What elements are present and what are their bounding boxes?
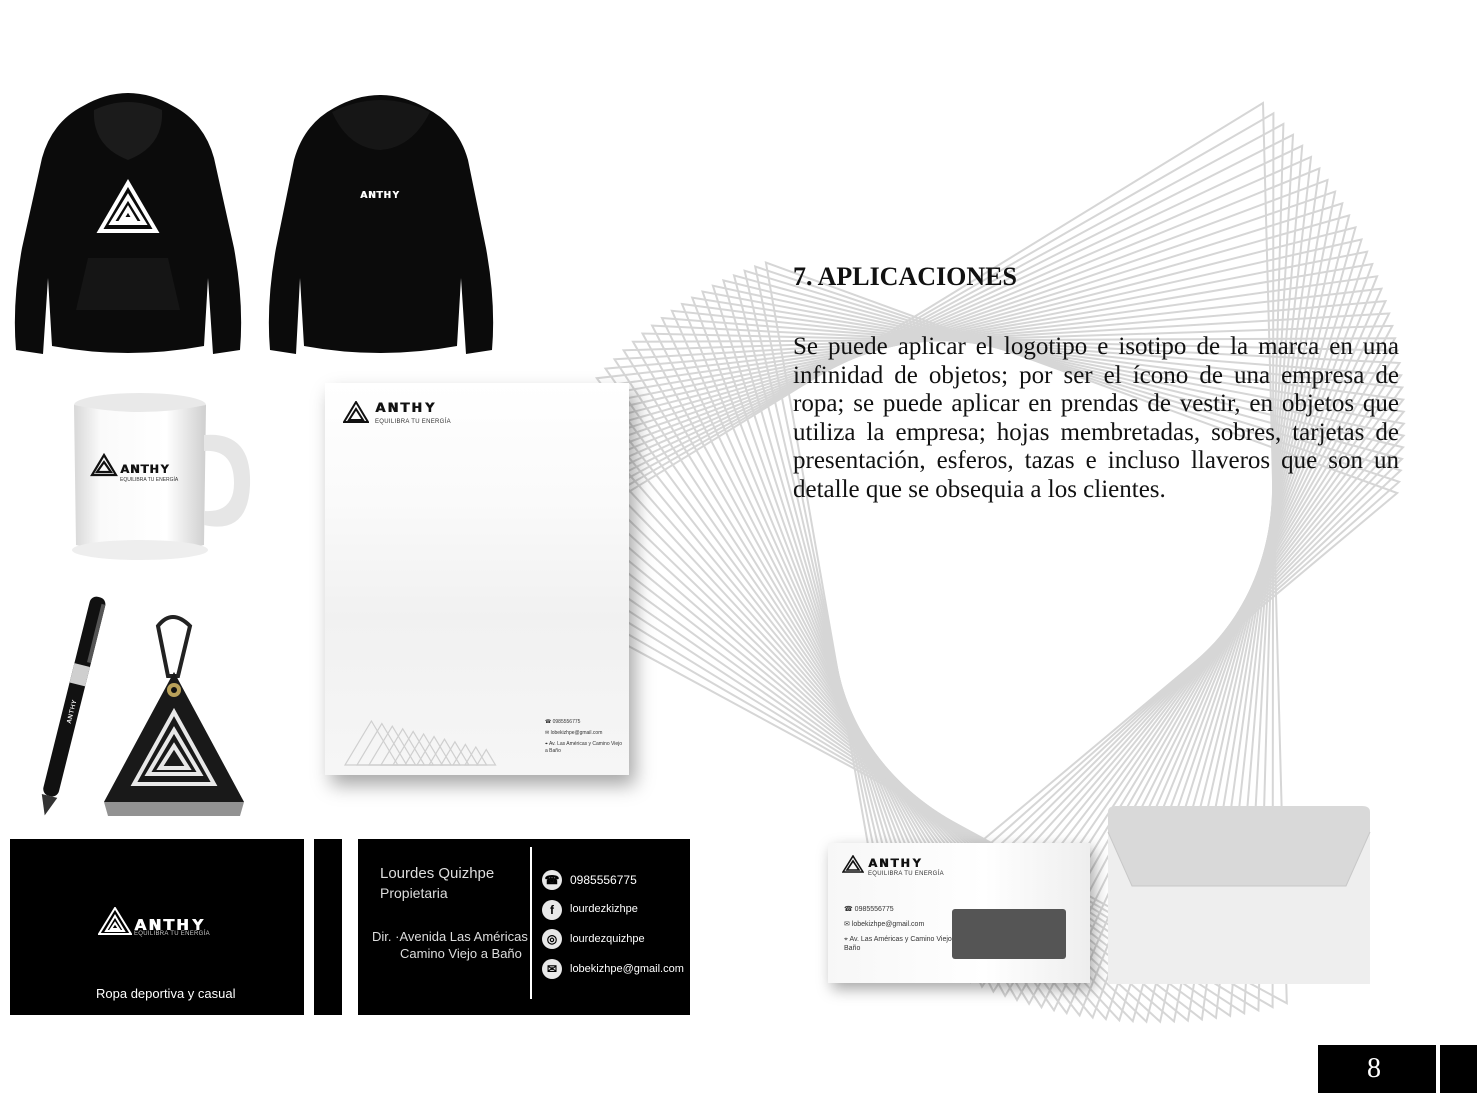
envelope-email: ✉ lobekizhpe@gmail.com — [844, 921, 925, 928]
phone-icon: ☎ — [844, 906, 855, 913]
page-number-divider — [1436, 1045, 1440, 1093]
page-number: 8 — [1367, 1053, 1381, 1084]
letterhead-tagline: EQUILIBRA TU ENERGÍA — [375, 419, 451, 425]
envelope-wordmark: ᴀɴᴛʜʏ — [868, 853, 924, 871]
card-owner-name: Lourdes Quizhpe — [380, 865, 495, 882]
card-owner-role: Propietaria — [380, 885, 448, 901]
card-instagram: lourdezquizhpe — [570, 933, 645, 945]
card-email: lobekizhpe@gmail.com — [570, 963, 684, 975]
hoodie-back-wordmark: ᴀɴᴛʜʏ — [360, 187, 400, 201]
envelope-back — [1107, 806, 1371, 984]
mail-icon: ✉ — [844, 921, 852, 928]
mail-icon: ✉ — [542, 959, 562, 979]
card-address-line1: Dir. ·Avenida Las Américas — [372, 929, 528, 944]
envelope-address: ⌖ Av. Las Américas y Camino Viejo a Baño — [844, 936, 958, 952]
card-divider — [530, 847, 532, 999]
card-front-stripe — [314, 839, 342, 1015]
letterhead-phone: ☎ 0985556775 — [545, 719, 581, 725]
section-heading: 7. APLICACIONES — [793, 262, 1017, 291]
watermark-triangle — [451, 743, 479, 766]
brand-triangle-logo — [98, 907, 132, 935]
hoodie-front-image — [14, 93, 242, 354]
card-tagline: EQUILIBRA TU ENERGÍA — [134, 931, 210, 937]
envelope-window — [952, 909, 1066, 959]
phone-icon: ☎ — [542, 870, 562, 890]
envelope-front: ᴀɴᴛʜʏ EQUILIBRA TU ENERGÍA ☎ 0985556775 … — [828, 843, 1090, 983]
letterhead-triangle-watermark — [343, 719, 497, 766]
keychain-image — [104, 615, 244, 816]
hoodie-back-image: ᴀɴᴛʜʏ — [268, 95, 494, 354]
card-phone: 0985556775 — [570, 873, 637, 887]
card-slogan: Ropa deportiva y casual — [96, 986, 236, 1001]
phone-icon: ☎ — [545, 719, 553, 725]
mug-image: ᴀɴᴛʜʏ EQUILIBRA TU ENERGÍA — [72, 393, 251, 560]
letterhead-sheet: ᴀɴᴛʜʏ EQUILIBRA TU ENERGÍA ☎ 0985556775 … — [325, 383, 629, 775]
envelope-tagline: EQUILIBRA TU ENERGÍA — [868, 871, 944, 877]
letterhead-wordmark: ᴀɴᴛʜʏ — [375, 397, 438, 417]
instagram-icon: ◎ — [542, 929, 562, 949]
watermark-triangle — [343, 719, 399, 766]
envelope-phone: ☎ 0985556775 — [844, 906, 894, 913]
svg-text:ᴀɴᴛʜʏ: ᴀɴᴛʜʏ — [120, 459, 170, 477]
card-address-line2: Camino Viejo a Baño — [400, 946, 522, 961]
business-card-back: Lourdes Quizhpe Propietaria Dir. ·Avenid… — [358, 839, 690, 1015]
svg-text:EQUILIBRA TU ENERGÍA: EQUILIBRA TU ENERGÍA — [120, 476, 179, 483]
card-facebook: lourdezkizhpe — [570, 903, 638, 915]
brand-triangle-logo — [842, 855, 864, 873]
business-card-front: ᴀɴᴛʜʏ EQUILIBRA TU ENERGÍA Ropa deportiv… — [10, 839, 304, 1015]
watermark-triangle — [475, 748, 497, 766]
facebook-icon: f — [542, 900, 562, 920]
brand-triangle-logo — [343, 401, 369, 423]
section-body-text: Se puede aplicar el logotipo e isotipo d… — [793, 333, 1399, 503]
letterhead-email: ✉ lobekizhpe@gmail.com — [545, 730, 603, 736]
letterhead-address: ⌖ Av. Las Américas y Camino Viejo a Baño — [545, 741, 623, 754]
